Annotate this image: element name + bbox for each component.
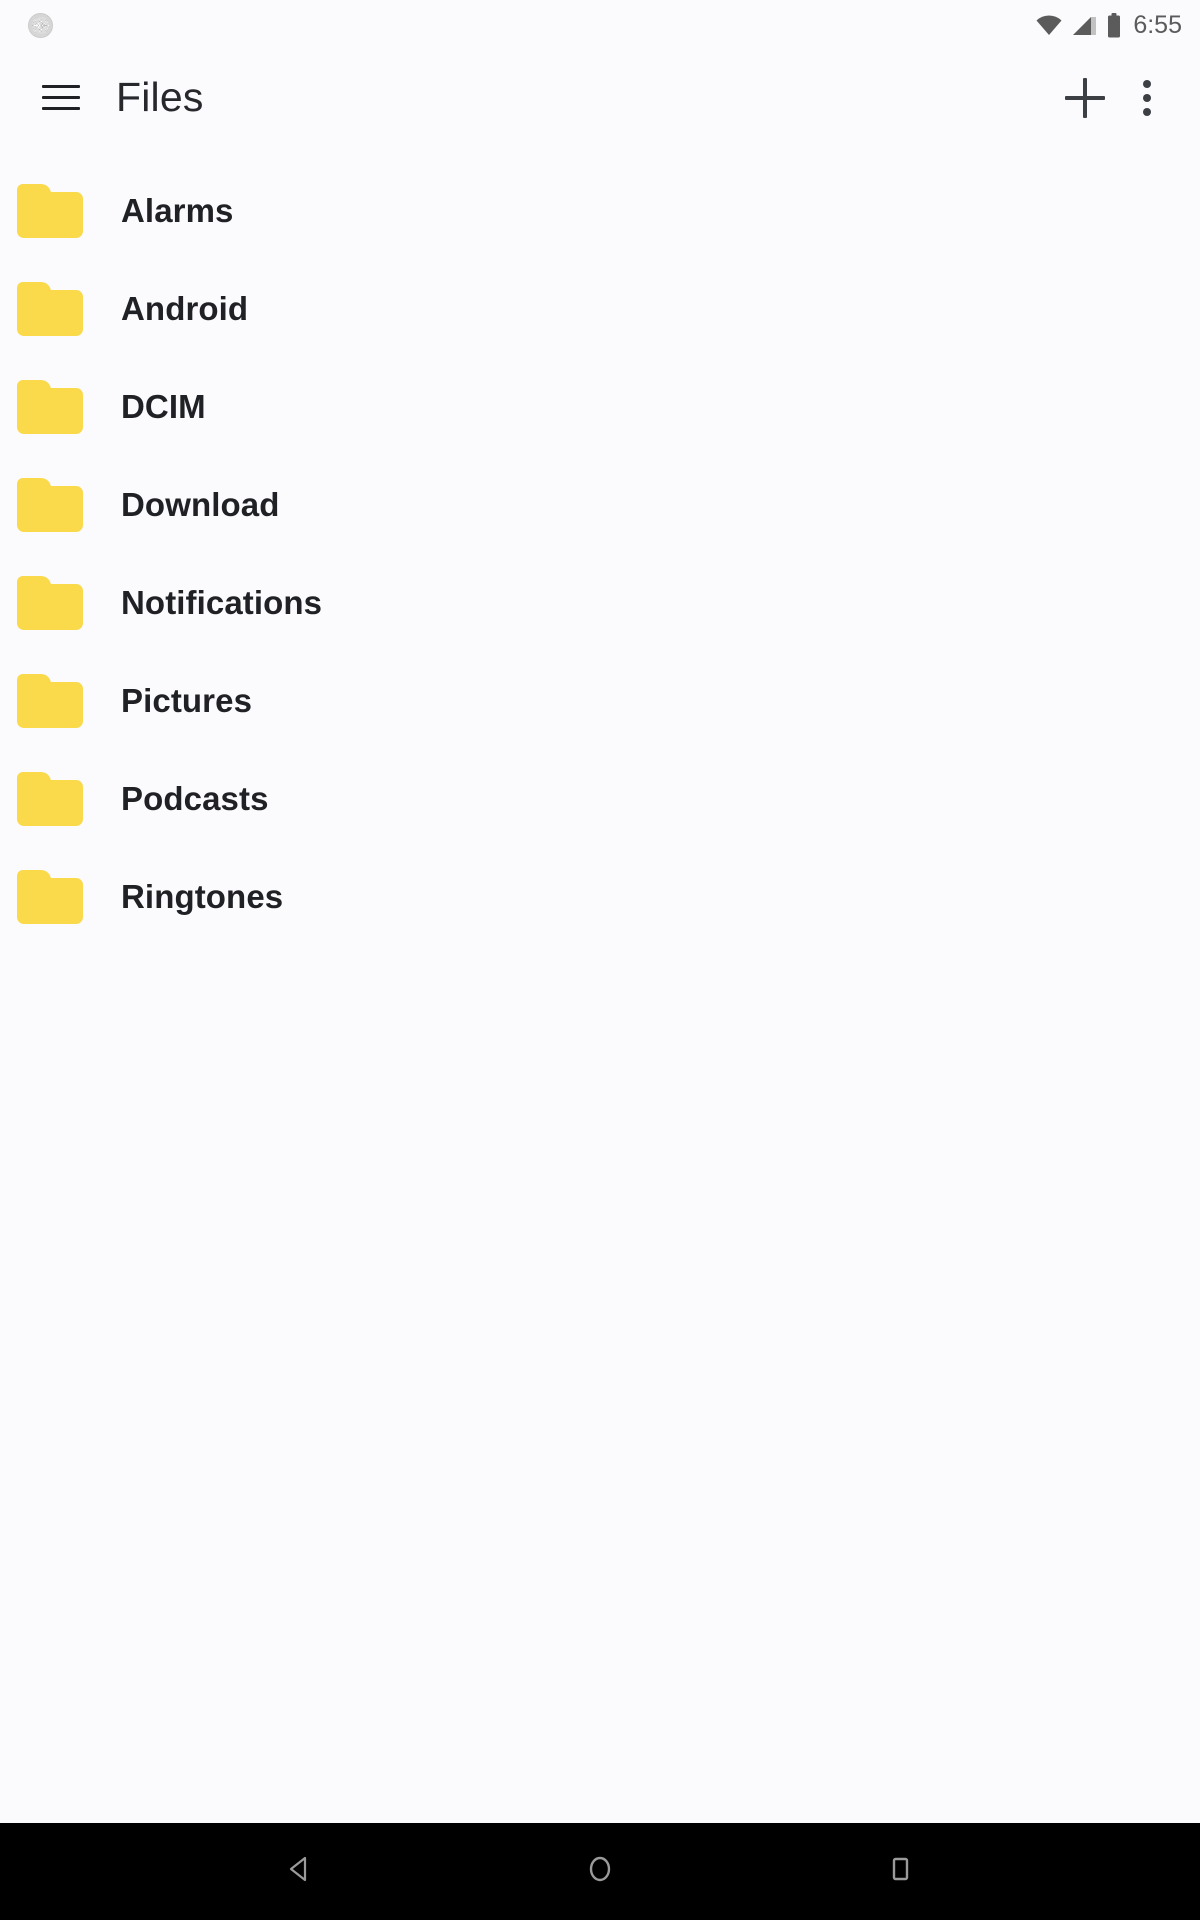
alarm-clock-icon xyxy=(28,12,53,38)
android-navigation-bar xyxy=(0,1823,1200,1920)
folder-icon xyxy=(17,282,83,336)
list-item-label: Podcasts xyxy=(121,780,269,817)
file-list: Alarms Android DCIM Download Notificatio… xyxy=(0,145,1200,1823)
list-item[interactable]: Download xyxy=(0,456,1200,554)
list-item-label: Notifications xyxy=(121,584,323,621)
cellular-signal-icon xyxy=(1072,14,1098,36)
status-bar-clock: 6:55 xyxy=(1133,10,1182,39)
list-item[interactable]: Ringtones xyxy=(0,848,1200,946)
page-title: Files xyxy=(116,74,204,120)
plus-icon xyxy=(1065,77,1105,118)
folder-icon xyxy=(17,478,83,532)
wifi-icon xyxy=(1035,14,1063,36)
list-item[interactable]: Android xyxy=(0,260,1200,358)
app-bar: Files xyxy=(0,50,1200,145)
folder-icon xyxy=(17,772,83,826)
folder-icon xyxy=(17,184,83,238)
status-bar: 6:55 xyxy=(0,0,1200,50)
list-item[interactable]: Pictures xyxy=(0,652,1200,750)
nav-home-button[interactable] xyxy=(555,1823,645,1920)
battery-icon xyxy=(1107,12,1121,38)
nav-recents-button[interactable] xyxy=(855,1823,945,1920)
list-item-label: Pictures xyxy=(121,682,253,719)
list-item[interactable]: Notifications xyxy=(0,554,1200,652)
list-item[interactable]: DCIM xyxy=(0,358,1200,456)
hamburger-menu-icon xyxy=(42,84,80,111)
list-item-label: DCIM xyxy=(121,388,206,425)
folder-icon xyxy=(17,674,83,728)
add-button[interactable] xyxy=(1054,67,1116,129)
status-bar-left xyxy=(28,12,53,38)
list-item-label: Alarms xyxy=(121,192,234,229)
list-item[interactable]: Alarms xyxy=(0,162,1200,260)
recents-square-icon xyxy=(883,1852,917,1891)
folder-icon xyxy=(17,870,83,924)
list-item-label: Ringtones xyxy=(121,878,284,915)
hamburger-menu-button[interactable] xyxy=(30,67,92,129)
phone-screen: 6:55 Files Alarms Android DCIM Download … xyxy=(0,0,1200,1920)
folder-icon xyxy=(17,576,83,630)
overflow-menu-button[interactable] xyxy=(1116,67,1178,129)
back-triangle-icon xyxy=(283,1852,317,1891)
status-bar-right: 6:55 xyxy=(1035,11,1182,40)
more-vertical-icon xyxy=(1143,79,1151,116)
list-item[interactable]: Podcasts xyxy=(0,750,1200,848)
nav-back-button[interactable] xyxy=(255,1823,345,1920)
folder-icon xyxy=(17,380,83,434)
list-item-label: Android xyxy=(121,290,249,327)
list-item-label: Download xyxy=(121,486,280,523)
home-circle-icon xyxy=(583,1852,617,1891)
